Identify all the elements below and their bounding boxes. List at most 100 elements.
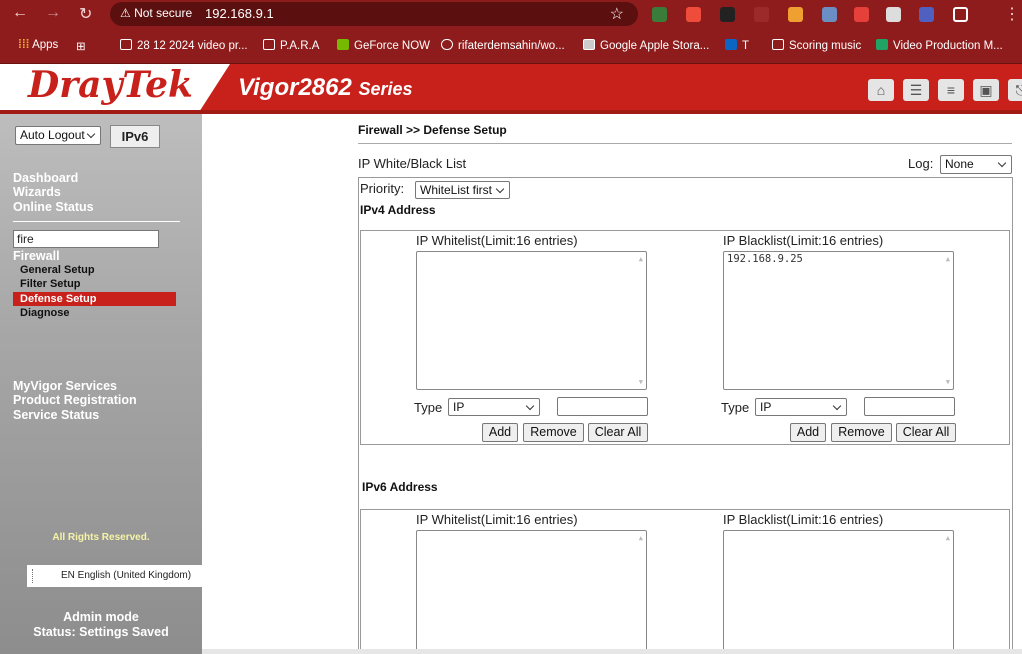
status-text: Status: Settings Saved <box>33 625 169 639</box>
bookmark-label: GeForce NOW <box>354 40 431 52</box>
menu-wizards[interactable]: Wizards <box>13 185 61 199</box>
sidebar: Auto Logout IPv6 Dashboard Wizards Onlin… <box>0 114 227 654</box>
whitelist-add-button[interactable]: Add <box>482 423 518 442</box>
folder-icon <box>772 39 784 50</box>
model-suffix: Series <box>358 79 413 99</box>
ipv4-blacklist-textarea[interactable]: 192.168.9.25 ▲ ▼ <box>723 251 954 390</box>
ipv6-button[interactable]: IPv6 <box>110 125 160 148</box>
bookmark-label: Video Production M... <box>893 40 1003 52</box>
log-select[interactable]: None <box>940 155 1012 174</box>
ipv4-whitelist-textarea[interactable]: ▲ ▼ <box>416 251 647 390</box>
bookmark-google-apple[interactable]: Google Apple Stora... <box>583 39 709 52</box>
language-select[interactable]: EN English (United Kingdom) ▢▢ <box>27 565 227 587</box>
scroll-up-icon[interactable]: ▲ <box>639 534 643 542</box>
scroll-up-icon[interactable]: ▲ <box>946 534 950 542</box>
scroll-down-icon[interactable]: ▼ <box>639 378 643 386</box>
reload-icon[interactable]: ↻ <box>79 4 92 24</box>
quick-start-icon[interactable]: ☰ <box>903 79 929 101</box>
extension-icon[interactable] <box>886 7 901 22</box>
blacklist-clear-all-button[interactable]: Clear All <box>896 423 956 442</box>
address-bar[interactable]: ⚠ Not secure 192.168.9.1 ☆ <box>110 2 638 26</box>
language-label: EN English (United Kingdom) <box>61 570 192 581</box>
ipv6-whitelist-textarea[interactable]: ▲ <box>416 530 647 654</box>
bookmark-label: 28 12 2024 video pr... <box>137 40 248 52</box>
ipv4-section-title: IPv4 Address <box>360 203 436 217</box>
menu-general-setup[interactable]: General Setup <box>20 264 95 276</box>
tab-grid-icon[interactable]: ⊞ <box>76 39 86 53</box>
menu-dashboard[interactable]: Dashboard <box>13 171 78 185</box>
ipv6-section-title: IPv6 Address <box>362 480 438 494</box>
extension-icon[interactable] <box>822 7 837 22</box>
not-secure-label: Not secure <box>134 6 193 20</box>
bookmark-folder[interactable]: P.A.R.A <box>263 39 319 52</box>
save-config-icon[interactable]: ▣ <box>973 79 999 101</box>
sheets-icon <box>876 39 888 50</box>
ipv4-blacklist-label: IP Blacklist(Limit:16 entries) <box>723 233 884 248</box>
bookmark-linkedin[interactable]: T <box>725 39 749 52</box>
ipv6-whitelist-label: IP Whitelist(Limit:16 entries) <box>416 512 578 527</box>
bookmark-video-production[interactable]: Video Production M... <box>876 39 1003 52</box>
back-icon[interactable]: ← <box>12 4 28 22</box>
blacklist-add-button[interactable]: Add <box>790 423 826 442</box>
whitelist-ip-input[interactable] <box>557 397 648 416</box>
bookmark-star-icon[interactable]: ☆ <box>610 4 624 24</box>
draytek-logo: DrayTek <box>28 64 193 106</box>
menu-icon[interactable]: ⋮ <box>1004 4 1020 24</box>
forward-icon[interactable]: → <box>45 4 61 22</box>
folder-icon <box>263 39 275 50</box>
whitelist-remove-button[interactable]: Remove <box>523 423 584 442</box>
bookmark-geforce[interactable]: GeForce NOW <box>337 39 430 52</box>
blacklist-type-select[interactable]: IP <box>755 398 847 416</box>
menu-diagnose[interactable]: Diagnose <box>20 307 70 319</box>
extension-icon[interactable] <box>754 7 769 22</box>
rights-text: All Rights Reserved. <box>52 532 150 543</box>
browser-toolbar: ← → ↻ ⚠ Not secure 192.168.9.1 ☆ ⋮ <box>0 0 1022 30</box>
menu-defense-setup[interactable]: Defense Setup <box>20 293 96 305</box>
not-secure-badge[interactable]: ⚠ Not secure <box>120 6 192 20</box>
ipv4-whitelist-label: IP Whitelist(Limit:16 entries) <box>416 233 578 248</box>
scroll-up-icon[interactable]: ▲ <box>639 255 643 263</box>
menu-service-status[interactable]: Service Status <box>13 408 99 422</box>
auto-logout-select[interactable]: Auto Logout <box>15 126 101 145</box>
scroll-up-icon[interactable]: ▲ <box>946 255 950 263</box>
whitelist-clear-all-button[interactable]: Clear All <box>588 423 648 442</box>
ipv4-blacklist-entries: 192.168.9.25 <box>727 253 803 265</box>
extension-icon[interactable] <box>686 7 701 22</box>
menu-myvigor-services[interactable]: MyVigor Services <box>13 379 117 393</box>
extension-icon[interactable] <box>720 7 735 22</box>
bookmark-folder[interactable]: Scoring music <box>772 39 861 52</box>
menu-firewall[interactable]: Firewall <box>13 249 60 263</box>
extension-icon[interactable] <box>919 7 934 22</box>
bookmark-folder[interactable]: 28 12 2024 video pr... <box>120 39 248 52</box>
priority-select[interactable]: WhiteList first <box>415 181 510 199</box>
menu-online-status[interactable]: Online Status <box>13 200 94 214</box>
menu-product-registration[interactable]: Product Registration <box>13 393 137 407</box>
extension-icon[interactable] <box>652 7 667 22</box>
bookmark-label: Google Apple Stora... <box>600 40 710 52</box>
blacklist-type-label: Type <box>721 400 750 415</box>
extensions-puzzle-icon[interactable] <box>953 7 968 22</box>
bookmark-label: Apps <box>32 39 59 51</box>
title-divider <box>358 143 1012 144</box>
model-title: Vigor2862 Series <box>238 74 413 102</box>
extension-icon[interactable] <box>788 7 803 22</box>
log-label: Log: <box>908 156 934 171</box>
blacklist-ip-input[interactable] <box>864 397 955 416</box>
menu-filter-setup[interactable]: Filter Setup <box>20 278 81 290</box>
whitelist-type-select[interactable]: IP <box>448 398 540 416</box>
logout-icon[interactable]: ⎋ <box>1008 79 1022 101</box>
bookmark-github[interactable]: rifaterdemsahin/wo... <box>441 39 565 52</box>
extension-icon[interactable] <box>854 7 869 22</box>
url-text: 192.168.9.1 <box>205 6 274 21</box>
ipv6-blacklist-textarea[interactable]: ▲ <box>723 530 954 654</box>
settings-sliders-icon[interactable]: ≡ <box>938 79 964 101</box>
model-name: Vigor2862 <box>238 74 352 101</box>
home-icon[interactable]: ⌂ <box>868 79 894 101</box>
bookmark-apps[interactable]: ⁞⁞⁞ Apps <box>18 39 58 51</box>
scroll-down-icon[interactable]: ▼ <box>946 378 950 386</box>
github-icon <box>441 39 453 50</box>
menu-filter-input[interactable]: fire <box>13 230 159 248</box>
sidebar-divider <box>13 221 180 222</box>
geforce-icon <box>337 39 349 50</box>
blacklist-remove-button[interactable]: Remove <box>831 423 892 442</box>
